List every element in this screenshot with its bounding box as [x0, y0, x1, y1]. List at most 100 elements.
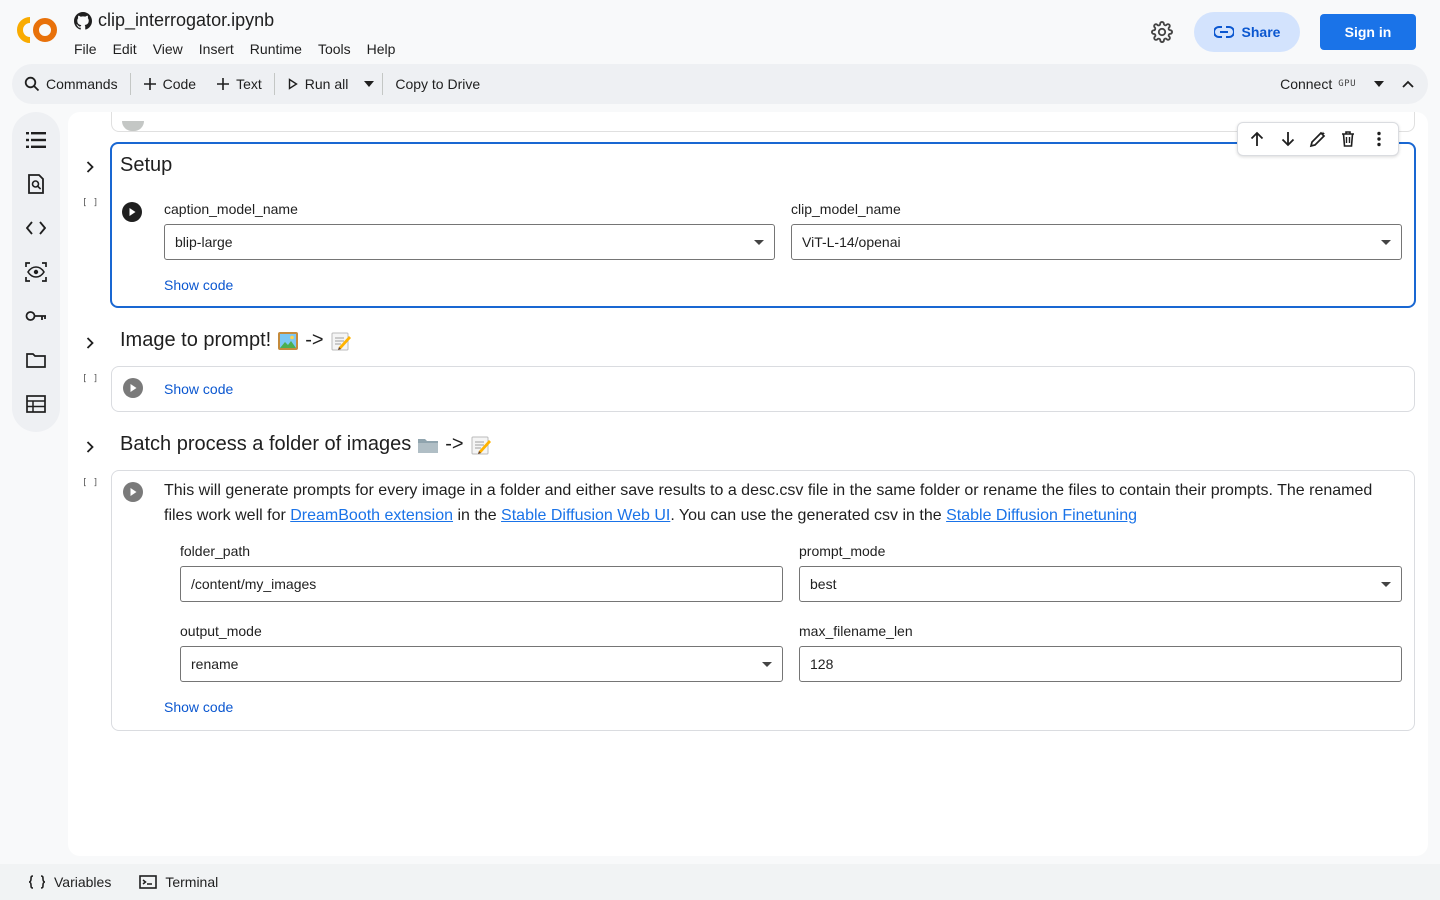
batch-description: This will generate prompts for every ima… [164, 478, 1404, 528]
caption-model-value: blip-large [175, 234, 233, 250]
image-to-prompt-run-button[interactable] [123, 378, 143, 398]
code-snippets-icon[interactable] [24, 216, 48, 240]
collapse-setup-chevron-icon[interactable] [82, 159, 98, 175]
toc-icon[interactable] [24, 128, 48, 152]
caret-down-icon [364, 81, 375, 87]
terminal-button[interactable]: Terminal [139, 874, 218, 890]
image-to-prompt-show-code-link[interactable]: Show code [164, 381, 233, 397]
setup-show-code-link[interactable]: Show code [164, 277, 233, 293]
output-mode-select[interactable]: rename [180, 646, 783, 682]
menu-edit[interactable]: Edit [113, 41, 137, 57]
clip-model-select[interactable]: ViT-L-14/openai [791, 224, 1402, 260]
collapse-header-button[interactable] [1398, 68, 1418, 100]
notebook-title[interactable]: clip_interrogator.ipynb [98, 10, 274, 31]
stable-diffusion-webui-link[interactable]: Stable Diffusion Web UI [501, 507, 670, 524]
run-all-label: Run all [304, 76, 349, 92]
sign-in-button[interactable]: Sign in [1320, 14, 1416, 50]
share-button[interactable]: Share [1194, 12, 1300, 52]
link-icon [1213, 26, 1234, 38]
memo-icon [471, 436, 491, 454]
find-replace-icon[interactable] [24, 172, 48, 196]
folder-path-input[interactable]: /content/my_images [180, 566, 783, 602]
add-code-button[interactable]: Code [133, 68, 206, 100]
search-icon [24, 76, 40, 92]
delete-trash-icon[interactable] [1337, 128, 1359, 150]
github-icon [74, 11, 92, 30]
secrets-key-icon[interactable] [24, 304, 48, 328]
image-to-prompt-arrow: -> [305, 329, 324, 351]
batch-exec-count: [ ] [82, 478, 99, 488]
connect-button[interactable]: Connect GPU [1276, 68, 1360, 100]
data-table-icon[interactable] [24, 392, 48, 416]
batch-title: Batch process a folder of images -> [120, 433, 492, 456]
move-up-arrow-icon[interactable] [1246, 128, 1268, 150]
desc-text-2: in the [453, 507, 502, 524]
caption-model-select[interactable]: blip-large [164, 224, 775, 260]
stable-diffusion-finetuning-link[interactable]: Stable Diffusion Finetuning [946, 507, 1137, 524]
menu-help[interactable]: Help [367, 41, 396, 57]
files-folder-icon[interactable] [24, 348, 48, 372]
prompt-mode-value: best [810, 576, 837, 592]
menu-bar: File Edit View Insert Runtime Tools Help [74, 41, 395, 57]
max-filename-len-input[interactable]: 128 [799, 646, 1402, 682]
add-text-button[interactable]: Text [206, 68, 272, 100]
menu-view[interactable]: View [153, 41, 183, 57]
caret-down-icon [1381, 582, 1391, 587]
notebook-area: [ ] Setup caption_model_name blip-large … [68, 112, 1428, 856]
notebook-title-row: clip_interrogator.ipynb [74, 10, 274, 31]
collapse-batch-chevron-icon[interactable] [82, 439, 98, 455]
play-icon [130, 384, 137, 392]
add-text-label: Text [236, 76, 262, 92]
setup-run-button[interactable] [122, 202, 142, 222]
run-options-dropdown[interactable] [358, 68, 380, 100]
batch-title-text: Batch process a folder of images [120, 433, 412, 455]
desc-text-3: . You can use the generated csv in the [670, 507, 947, 524]
run-all-button[interactable]: Run all [277, 68, 359, 100]
prompt-mode-select[interactable]: best [799, 566, 1402, 602]
caret-down-icon [762, 662, 772, 667]
caret-down-icon [1381, 240, 1391, 245]
image-to-prompt-cell[interactable]: Show code [111, 366, 1415, 412]
batch-cell[interactable]: This will generate prompts for every ima… [111, 470, 1415, 731]
output-mode-label: output_mode [180, 623, 262, 639]
edit-pencil-icon[interactable] [1307, 128, 1329, 150]
commands-button[interactable]: Commands [14, 68, 128, 100]
cell-toolbar [1237, 122, 1399, 156]
batch-show-code-link[interactable]: Show code [164, 699, 233, 715]
copy-to-drive-button[interactable]: Copy to Drive [385, 68, 490, 100]
share-label: Share [1241, 24, 1281, 40]
add-code-label: Code [162, 76, 197, 92]
memo-icon [331, 332, 351, 350]
batch-run-button[interactable] [123, 482, 143, 502]
more-vert-icon[interactable] [1368, 128, 1390, 150]
menu-insert[interactable]: Insert [199, 41, 234, 57]
play-outline-icon [288, 78, 298, 90]
prompt-mode-label: prompt_mode [799, 543, 886, 559]
clip-model-value: ViT-L-14/openai [802, 234, 901, 250]
move-down-arrow-icon[interactable] [1277, 128, 1299, 150]
variables-inspector-icon[interactable] [24, 260, 48, 284]
folder-path-value: /content/my_images [191, 576, 317, 592]
image-to-prompt-title: Image to prompt! -> [120, 329, 352, 352]
play-icon [130, 488, 137, 496]
menu-file[interactable]: File [74, 41, 97, 57]
dreambooth-extension-link[interactable]: DreamBooth extension [290, 507, 453, 524]
previous-run-button-fragment [122, 121, 144, 131]
caption-model-label: caption_model_name [164, 201, 298, 217]
notebook-toolbar: Commands Code Text Run all Copy to Drive… [12, 64, 1428, 104]
menu-tools[interactable]: Tools [318, 41, 351, 57]
curly-braces-icon [28, 875, 46, 889]
colab-logo[interactable] [16, 16, 58, 44]
connect-label: Connect [1280, 76, 1333, 92]
connect-options-dropdown[interactable] [1370, 68, 1388, 100]
setup-title: Setup [120, 154, 173, 176]
settings-gear-icon[interactable] [1148, 18, 1176, 46]
variables-button[interactable]: Variables [28, 874, 111, 890]
menu-runtime[interactable]: Runtime [250, 41, 302, 57]
max-filename-len-label: max_filename_len [799, 623, 913, 639]
toolbar-divider [382, 73, 384, 95]
setup-cell[interactable]: Setup caption_model_name blip-large clip… [110, 142, 1416, 308]
collapse-image-to-prompt-chevron-icon[interactable] [82, 335, 98, 351]
caret-down-icon [1374, 81, 1384, 87]
batch-arrow: -> [445, 433, 464, 455]
